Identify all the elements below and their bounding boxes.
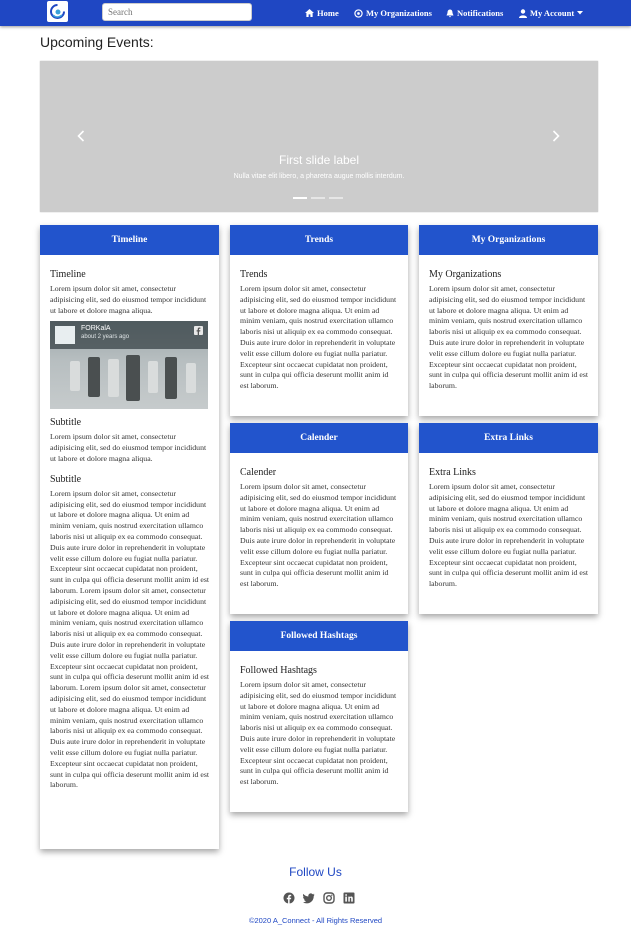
robot-figure bbox=[165, 357, 177, 400]
extra-links-title: Extra Links bbox=[429, 467, 476, 478]
top-navbar: Home My Organizations Notifications My A… bbox=[0, 0, 631, 26]
robot-figure bbox=[70, 361, 80, 392]
carousel-prev-button[interactable] bbox=[77, 129, 89, 143]
organizations-icon bbox=[354, 8, 363, 18]
instagram-icon[interactable] bbox=[323, 891, 335, 904]
timeline-subtitle-2: Subtitle bbox=[50, 473, 82, 485]
robot-figure bbox=[148, 361, 158, 394]
slide-label: First slide label bbox=[278, 153, 360, 167]
timeline-long-text: Lorem ipsum dolor sit amet, consectetur … bbox=[50, 488, 210, 790]
extra-links-text: Lorem ipsum dolor sit amet, consectetur … bbox=[429, 482, 589, 589]
social-links bbox=[283, 891, 355, 904]
nav-notifications[interactable]: Notifications bbox=[446, 6, 503, 20]
carousel-next-button[interactable] bbox=[552, 129, 564, 143]
slide-caption: Nulla vitae elit libero, a pharetra augu… bbox=[233, 173, 405, 180]
timeline-subtitle-1: Subtitle bbox=[50, 417, 82, 429]
carousel-indicators bbox=[293, 197, 343, 199]
followed-hashtags-card: Followed Hashtags Followed Hashtags Lore… bbox=[230, 621, 408, 812]
trends-title: Trends bbox=[240, 269, 268, 280]
extra-links-card: Extra Links Extra Links Lorem ipsum dolo… bbox=[419, 423, 598, 614]
chevron-left-icon bbox=[77, 130, 85, 142]
my-organizations-text: Lorem ipsum dolor sit amet, consectetur … bbox=[429, 284, 589, 391]
robot-figure bbox=[108, 359, 119, 398]
trends-card-header: Trends bbox=[230, 225, 408, 255]
nav-home-label: Home bbox=[317, 8, 339, 18]
carousel-indicator-3[interactable] bbox=[329, 197, 343, 199]
followed-hashtags-title: Followed Hashtags bbox=[240, 665, 317, 676]
carousel-indicator-2[interactable] bbox=[311, 197, 325, 199]
bell-icon bbox=[446, 9, 454, 17]
channel-logo bbox=[55, 326, 75, 345]
copyright-text: ©2020 A_Connect - All Rights Reserved bbox=[248, 916, 383, 925]
my-organizations-title: My Organizations bbox=[429, 269, 502, 280]
nav-notifications-label: Notifications bbox=[457, 8, 504, 18]
timeline-card-header: Timeline bbox=[40, 225, 219, 255]
calender-card-header: Calender bbox=[230, 423, 408, 453]
timeline-title: Timeline bbox=[50, 269, 86, 280]
video-thumbnail[interactable]: FORKalA about 2 years ago bbox=[50, 321, 208, 410]
trends-card: Trends Trends Lorem ipsum dolor sit amet… bbox=[230, 225, 408, 416]
search-input[interactable] bbox=[102, 3, 252, 21]
nav-organizations[interactable]: My Organizations bbox=[354, 6, 432, 20]
events-carousel: First slide label Nulla vitae elit liber… bbox=[40, 61, 598, 212]
calender-card: Calender Calender Lorem ipsum dolor sit … bbox=[230, 423, 408, 614]
nav-home[interactable]: Home bbox=[305, 6, 339, 20]
caret-down-icon bbox=[577, 11, 584, 15]
trends-text: Lorem ipsum dolor sit amet, consectetur … bbox=[240, 284, 397, 391]
nav-account-dropdown[interactable]: My Account bbox=[519, 6, 584, 20]
video-time: about 2 years ago bbox=[81, 334, 130, 341]
robot-figure bbox=[88, 357, 100, 398]
nav-account-label: My Account bbox=[530, 8, 575, 18]
my-organizations-card-header: My Organizations bbox=[419, 225, 598, 255]
timeline-card: Timeline Timeline Lorem ipsum dolor sit … bbox=[40, 225, 219, 849]
my-organizations-card: My Organizations My Organizations Lorem … bbox=[419, 225, 598, 416]
facebook-icon[interactable] bbox=[283, 891, 295, 904]
followed-hashtags-card-header: Followed Hashtags bbox=[230, 621, 408, 651]
facebook-share-icon[interactable] bbox=[194, 326, 203, 336]
user-icon bbox=[519, 8, 527, 18]
followed-hashtags-text: Lorem ipsum dolor sit amet, consectetur … bbox=[240, 680, 397, 787]
chevron-right-icon bbox=[552, 130, 560, 142]
carousel-indicator-1[interactable] bbox=[293, 197, 307, 199]
robot-figure bbox=[126, 355, 140, 402]
follow-us-heading: Follow Us bbox=[289, 865, 342, 879]
app-logo[interactable] bbox=[47, 1, 68, 22]
calender-text: Lorem ipsum dolor sit amet, consectetur … bbox=[240, 482, 397, 589]
twitter-icon[interactable] bbox=[303, 891, 315, 904]
robot-figure bbox=[186, 363, 196, 394]
timeline-text: Lorem ipsum dolor sit amet, consectetur … bbox=[50, 284, 207, 315]
nav-organizations-label: My Organizations bbox=[366, 8, 432, 18]
extra-links-card-header: Extra Links bbox=[419, 423, 598, 453]
events-title: Upcoming Events: bbox=[40, 34, 154, 50]
linkedin-icon[interactable] bbox=[343, 891, 355, 904]
timeline-subtitle-1-text: Lorem ipsum dolor sit amet, consectetur … bbox=[50, 432, 207, 463]
channel-name: FORKalA bbox=[81, 325, 111, 333]
calender-title: Calender bbox=[240, 467, 277, 478]
logo-icon bbox=[50, 4, 65, 19]
home-icon bbox=[305, 9, 314, 17]
